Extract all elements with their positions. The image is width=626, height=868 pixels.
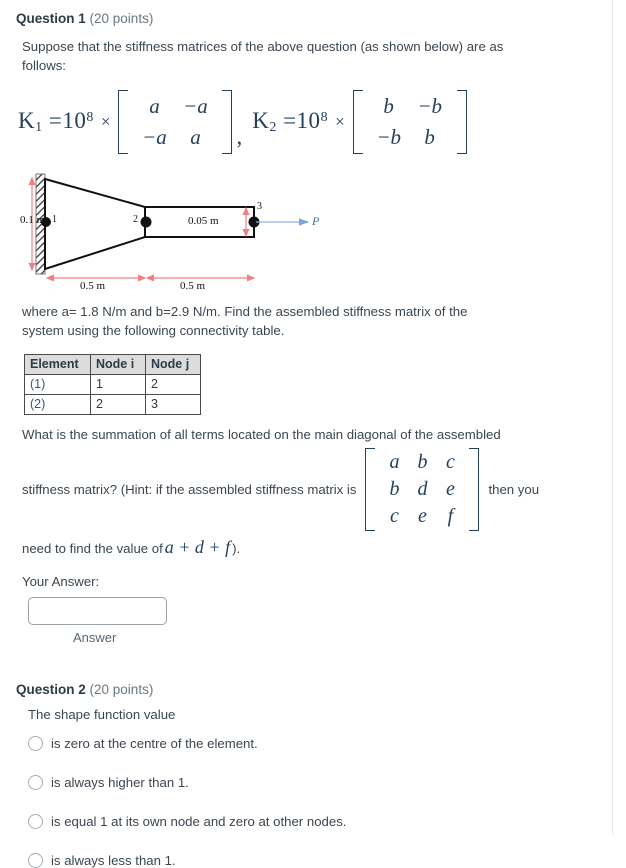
k1-cell-22: a: [190, 124, 201, 149]
k1-matrix: a −a −a a: [118, 89, 233, 154]
choice-label-1: is zero at the centre of the element.: [51, 736, 258, 752]
k2-matrix: b −b −b b: [352, 89, 467, 154]
hint-cell-22: d: [417, 477, 428, 500]
hint-cell-31: c: [390, 504, 399, 527]
formula-comma: ,: [236, 123, 243, 149]
k2-times-sign: ×: [335, 111, 345, 131]
hint-cell-13: c: [446, 450, 455, 473]
question-2-title: Question 2: [16, 681, 86, 697]
question-prompt-line-3: need to find the value of a + d + f ).: [22, 537, 608, 558]
k1-cell-11: a: [149, 93, 160, 118]
choice-label-4: is always less than 1.: [51, 853, 176, 868]
question-prompt-line-2: stiffness matrix? (Hint: if the assemble…: [22, 447, 608, 531]
choice-option-4[interactable]: is always less than 1.: [28, 853, 608, 868]
hint-matrix-left-bracket: [365, 447, 376, 531]
force-p-label: P: [312, 213, 320, 228]
radio-button-icon[interactable]: [28, 775, 43, 791]
table-row: (2) 2 3: [24, 393, 201, 415]
node-2-label: 2: [133, 213, 138, 225]
question-2-stem: The shape function value: [28, 707, 176, 723]
stiffness-matrices-formula: K1 =108 × a −a −a a , K2 =108 × b −b −b …: [18, 89, 608, 154]
row-1-node-i: 1: [90, 373, 146, 395]
hint-suffix-text: then you: [488, 481, 540, 497]
row-2-element: (2): [24, 393, 91, 415]
need-expression: a + d + f: [164, 536, 231, 557]
table-header-row: Element Node i Node j: [24, 353, 201, 375]
k1-times-sign: ×: [100, 111, 111, 131]
radio-button-icon[interactable]: [28, 814, 43, 830]
span-2-label: 0.5 m: [180, 279, 206, 292]
question-2-choices: is zero at the centre of the element. is…: [22, 736, 608, 868]
table-row: (1) 1 2: [24, 373, 201, 395]
need-suffix-text: ).: [232, 540, 241, 556]
choice-option-2[interactable]: is always higher than 1.: [28, 775, 608, 791]
choice-label-2: is always higher than 1.: [51, 775, 189, 791]
hint-prefix-text: stiffness matrix? (Hint: if the assemble…: [22, 481, 357, 497]
hint-cell-33: f: [447, 504, 454, 527]
figure-svg: [28, 173, 310, 282]
choice-label-3: is equal 1 at its own node and zero at o…: [51, 814, 347, 830]
radio-button-icon[interactable]: [28, 736, 43, 752]
question-1-block: Question 1 (20 points) Suppose that the …: [0, 0, 626, 645]
k1-label: K1 =108: [18, 107, 94, 135]
question-1-header: Question 1 (20 points): [0, 0, 626, 28]
row-2-node-i: 2: [90, 393, 146, 415]
span-1-label: 0.5 m: [80, 279, 106, 292]
choice-option-1[interactable]: is zero at the centre of the element.: [28, 736, 608, 752]
header-node-j: Node j: [145, 353, 201, 375]
tapered-bar-figure: 0.1 m 0.05 m 0.5 m 0.5 m 1 2 3 P: [20, 166, 388, 296]
your-answer-label: Your Answer:: [22, 573, 100, 589]
question-2-header: Question 2 (20 points): [0, 671, 626, 699]
header-node-i: Node i: [90, 353, 146, 375]
k1-cell-21: −a: [142, 124, 167, 149]
answer-caption: Answer: [73, 629, 117, 645]
k1-left-bracket: [118, 89, 129, 154]
k2-label: K2 =108: [252, 107, 329, 135]
row-1-element: (1): [24, 373, 91, 395]
hint-cell-32: e: [418, 504, 427, 527]
hint-matrix-right-bracket: [469, 447, 480, 531]
assembled-stiffness-hint-matrix: a b c b d e c e f: [365, 447, 480, 531]
header-element: Element: [24, 353, 91, 375]
k2-right-bracket: [456, 89, 467, 154]
k2-cell-12: −b: [417, 93, 442, 118]
need-prefix-text: need to find the value of: [22, 540, 163, 556]
question-prompt-line-1: What is the summation of all terms locat…: [22, 426, 501, 442]
k1-cell-12: −a: [183, 93, 208, 118]
k2-cell-22: b: [424, 124, 435, 149]
hint-cell-23: e: [446, 477, 455, 500]
node-3-label: 3: [257, 200, 262, 212]
question-2-points: (20 points): [89, 681, 154, 697]
k2-cell-11: b: [383, 93, 394, 118]
node-1-label: 1: [52, 213, 57, 225]
radio-button-icon[interactable]: [28, 853, 43, 868]
page-right-border: [612, 0, 613, 835]
hint-cell-12: b: [417, 450, 428, 473]
choice-option-3[interactable]: is equal 1 at its own node and zero at o…: [28, 814, 608, 830]
row-1-node-j: 2: [145, 373, 201, 395]
question-1-points: (20 points): [89, 11, 154, 26]
node-2-marker: [140, 216, 152, 227]
question-1-intro: Suppose that the stiffness matrices of t…: [22, 39, 504, 74]
where-values-text: where a= 1.8 N/m and b=2.9 N/m. Find the…: [22, 303, 468, 338]
right-height-label: 0.05 m: [188, 214, 219, 227]
k2-cell-21: −b: [376, 124, 401, 149]
k1-right-bracket: [222, 89, 233, 154]
k2-left-bracket: [352, 89, 363, 154]
element-1-tapered-body: [44, 177, 146, 270]
row-2-node-j: 3: [145, 393, 201, 415]
question-2-block: Question 2 (20 points) The shape functio…: [0, 671, 626, 868]
connectivity-table: Element Node i Node j (1) 1 2 (2) 2 3: [24, 353, 201, 415]
left-height-label: 0.1 m: [20, 213, 46, 226]
answer-input[interactable]: [28, 596, 167, 625]
question-1-title: Question 1: [16, 11, 86, 26]
hint-cell-21: b: [389, 477, 400, 500]
hint-cell-11: a: [389, 450, 400, 473]
